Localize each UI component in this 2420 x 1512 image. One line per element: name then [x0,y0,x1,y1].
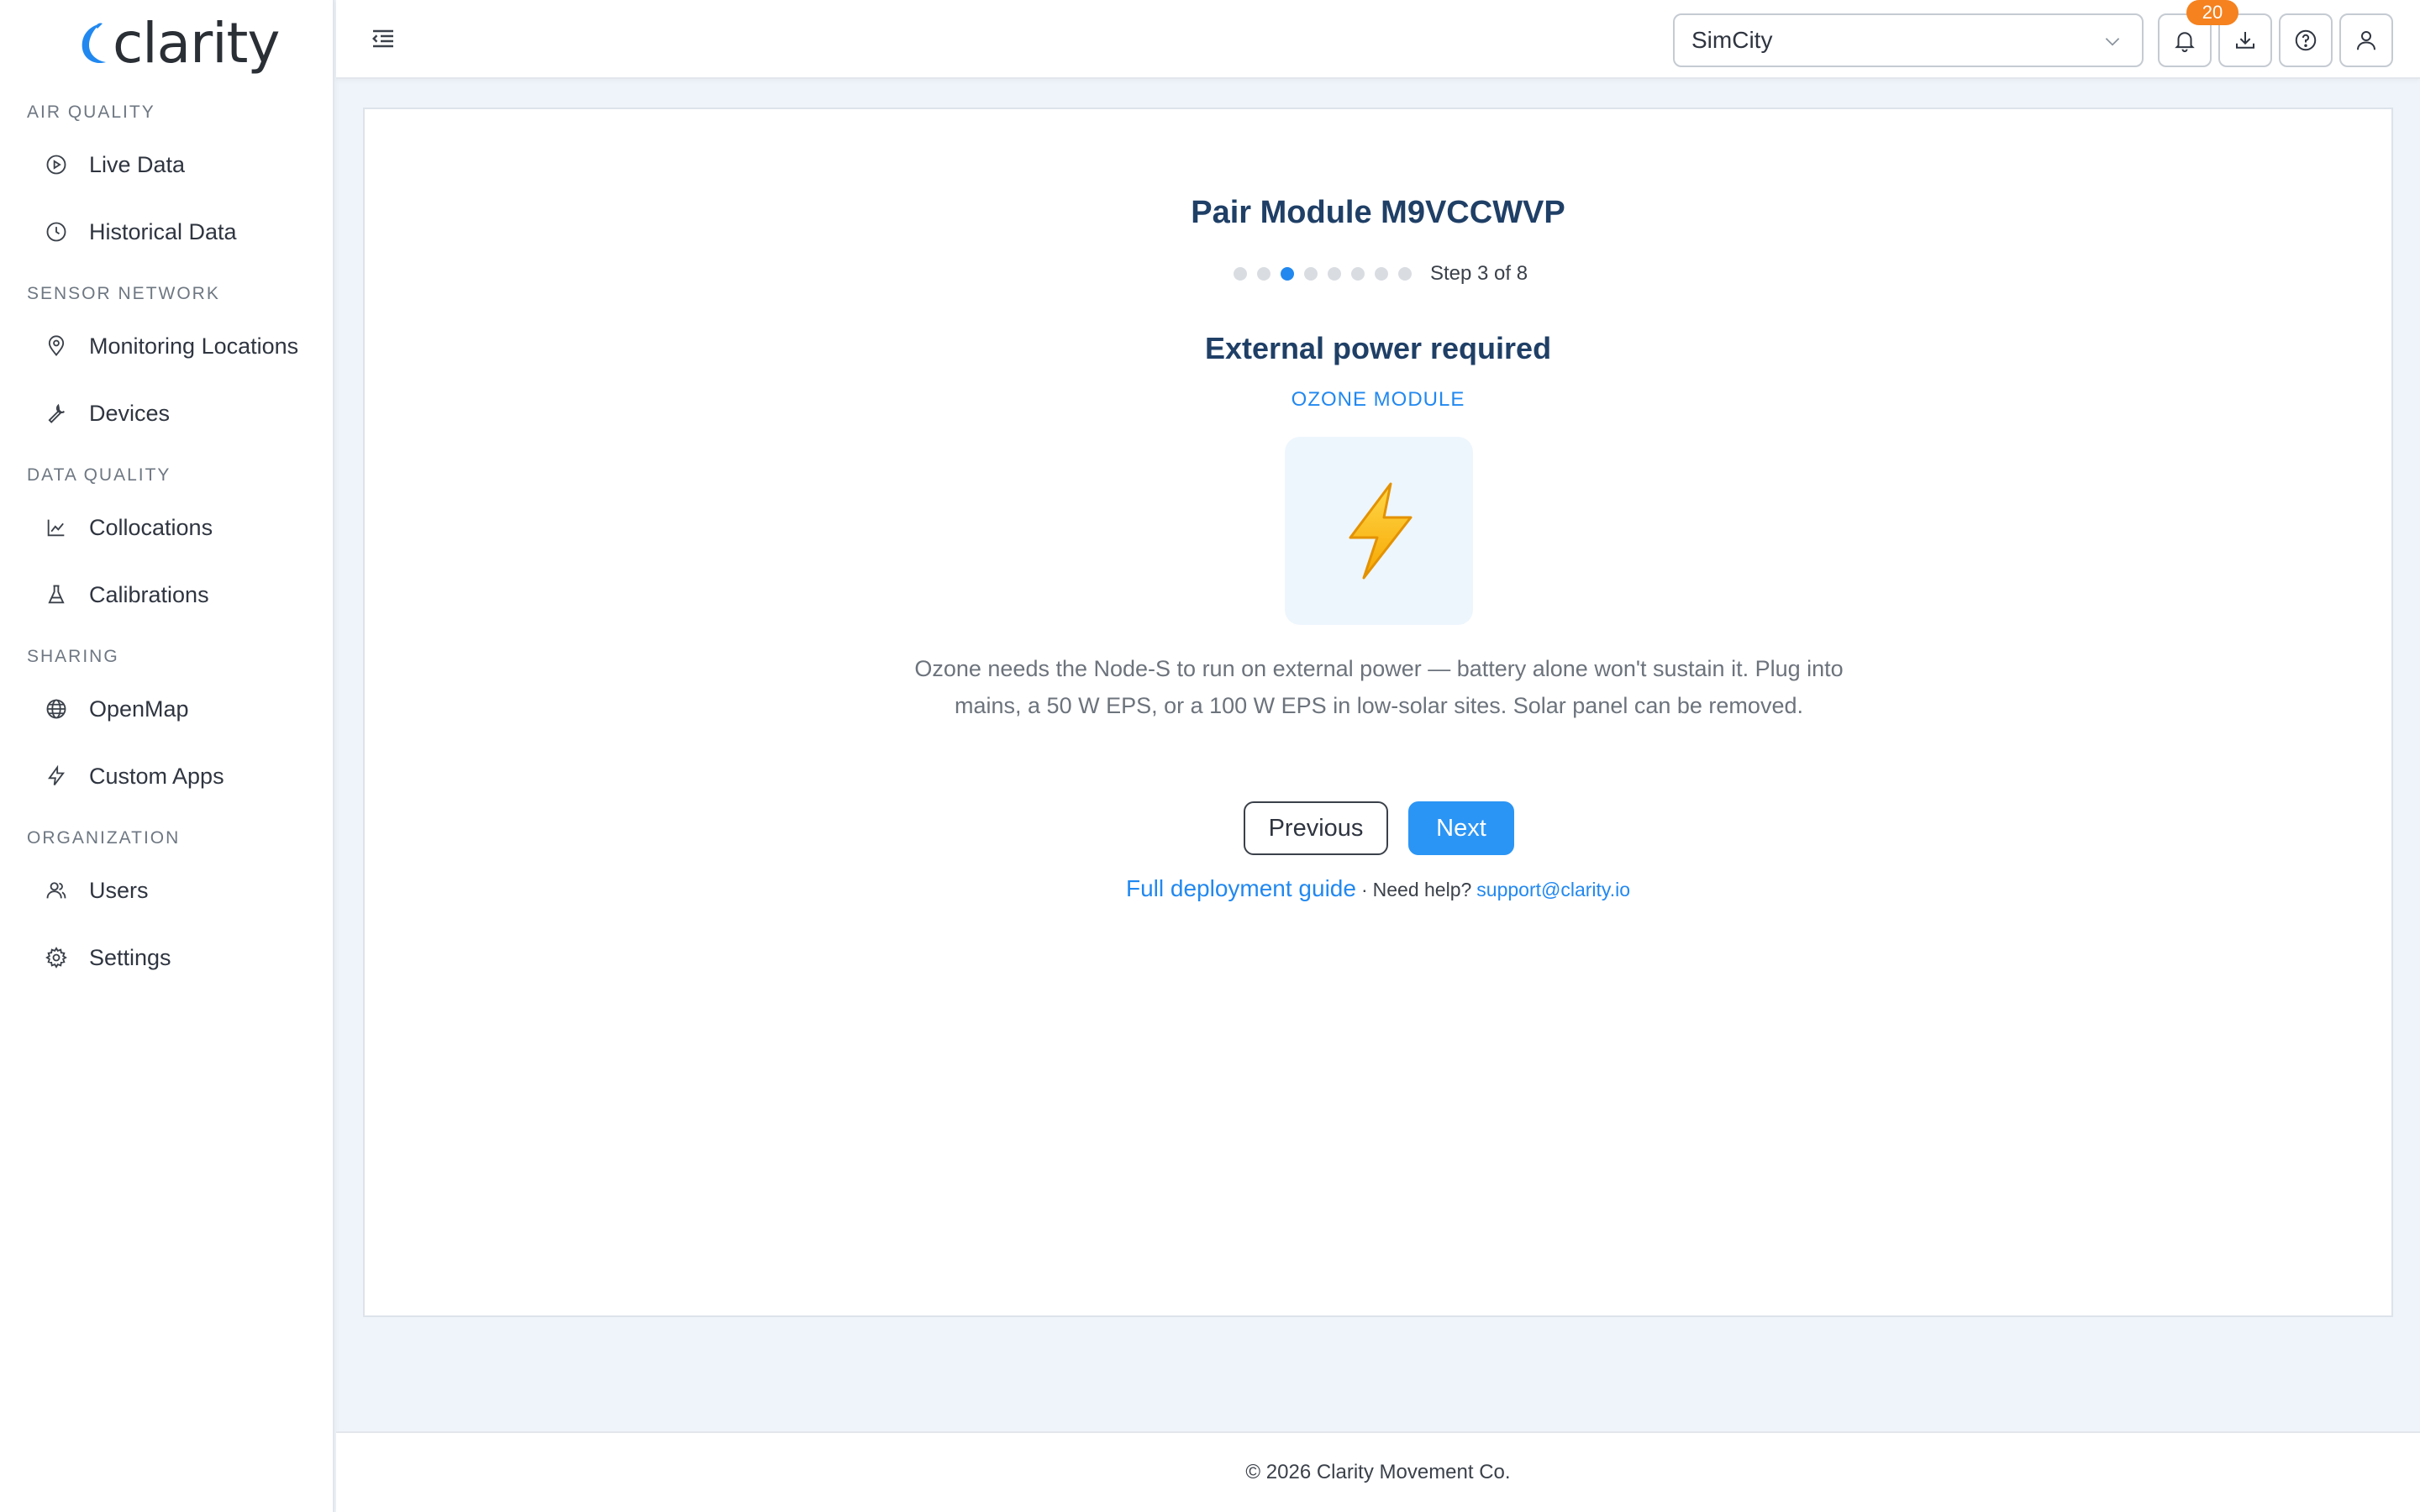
sidebar-item-label: Historical Data [89,218,237,244]
nav-section-organization: ORGANIZATION [27,828,181,848]
flask-icon [44,582,69,607]
sidebar-item-custom-apps[interactable]: Custom Apps [44,753,224,800]
notifications-count-badge: 20 [2186,0,2238,25]
sidebar-item-users[interactable]: Users [44,867,149,914]
chevron-down-icon [2105,38,2120,46]
step-dot [1303,267,1318,281]
clock-icon [44,219,69,244]
nav-section-air-quality: AIR QUALITY [27,102,155,122]
nav-section-sharing: SHARING [27,647,119,666]
support-email-link[interactable]: support@clarity.io [1476,879,1630,901]
play-circle-icon [44,152,69,177]
step-dot [1256,267,1270,281]
user-icon [2357,31,2375,50]
wrench-icon [44,401,69,426]
help-button[interactable] [2279,13,2333,67]
question-circle-icon [2295,29,2317,51]
need-help-text: Need help? [1372,879,1472,900]
step-description: Ozone needs the Node-S to run on externa… [914,656,1844,718]
step-indicator: Step 3 of 8 [365,262,2391,286]
step-dot [1327,267,1341,281]
wizard-title: Pair Module M9VCCWVP [1191,195,1565,230]
copyright-text: © 2026 Clarity Movement Co. [1245,1461,1511,1483]
next-button[interactable]: Next [1408,801,1514,855]
top-header: SimCity [336,0,2420,79]
account-button[interactable] [2339,13,2393,67]
sidebar-item-label: Devices [89,400,171,426]
line-chart-icon [44,515,69,540]
step-dot [1350,267,1365,281]
step-dot-active [1280,267,1294,281]
power-illustration [1285,437,1473,625]
step-dot [1397,267,1412,281]
sidebar-item-live-data[interactable]: Live Data [44,141,185,188]
download-icon [2236,32,2254,49]
help-line: Full deployment guide · Need help? suppo… [365,875,2391,902]
sidebar-item-openmap[interactable]: OpenMap [44,685,189,732]
sidebar-item-label: Collocations [89,514,213,540]
clarity-logo[interactable]: clarity [76,11,280,76]
sidebar-item-label: Settings [89,944,171,970]
sidebar: clarity AIR QUALITY Live Data Historical… [0,0,334,1512]
nav-section-data-quality: DATA QUALITY [27,465,171,485]
footer: © 2026 Clarity Movement Co. [336,1431,2420,1512]
sidebar-item-label: Calibrations [89,581,209,607]
collapse-menu-icon[interactable] [368,24,398,54]
step-label: Step 3 of 8 [1429,262,1528,285]
gear-icon [44,945,69,970]
sidebar-item-label: OpenMap [89,696,189,722]
sidebar-item-collocations[interactable]: Collocations [44,504,213,551]
step-dot [1233,267,1247,281]
sidebar-item-label: Users [89,877,149,903]
globe-icon [44,696,69,722]
logo-text: clarity [113,11,280,76]
bell-icon [2175,32,2195,53]
clarity-logo-mark-icon [82,23,106,64]
pairing-wizard-card: Pair Module M9VCCWVP Step 3 of 8 Externa… [363,108,2393,1317]
deployment-guide-link[interactable]: Full deployment guide [1126,875,1356,902]
sidebar-item-monitoring-locations[interactable]: Monitoring Locations [44,323,298,370]
sidebar-item-label: Live Data [89,151,186,177]
map-pin-icon [44,333,69,359]
sidebar-item-label: Monitoring Locations [89,333,299,359]
users-icon [44,878,69,903]
sidebar-item-calibrations[interactable]: Calibrations [44,571,209,618]
organization-select[interactable]: SimCity [1673,13,2144,67]
module-tag: OZONE MODULE [1291,388,1465,411]
sidebar-item-devices[interactable]: Devices [44,390,170,437]
separator-dot: · [1360,879,1368,900]
nav-section-sensor-network: SENSOR NETWORK [27,284,220,303]
sidebar-item-label: Custom Apps [89,763,224,789]
sidebar-item-historical-data[interactable]: Historical Data [44,208,237,255]
lightning-icon [44,764,69,789]
sidebar-item-settings[interactable]: Settings [44,934,171,981]
organization-select-value: SimCity [1691,27,1773,53]
step-heading: External power required [1204,331,1552,365]
lightning-bolt-icon [1349,482,1413,580]
step-dot [1374,267,1388,281]
previous-button[interactable]: Previous [1244,801,1388,855]
